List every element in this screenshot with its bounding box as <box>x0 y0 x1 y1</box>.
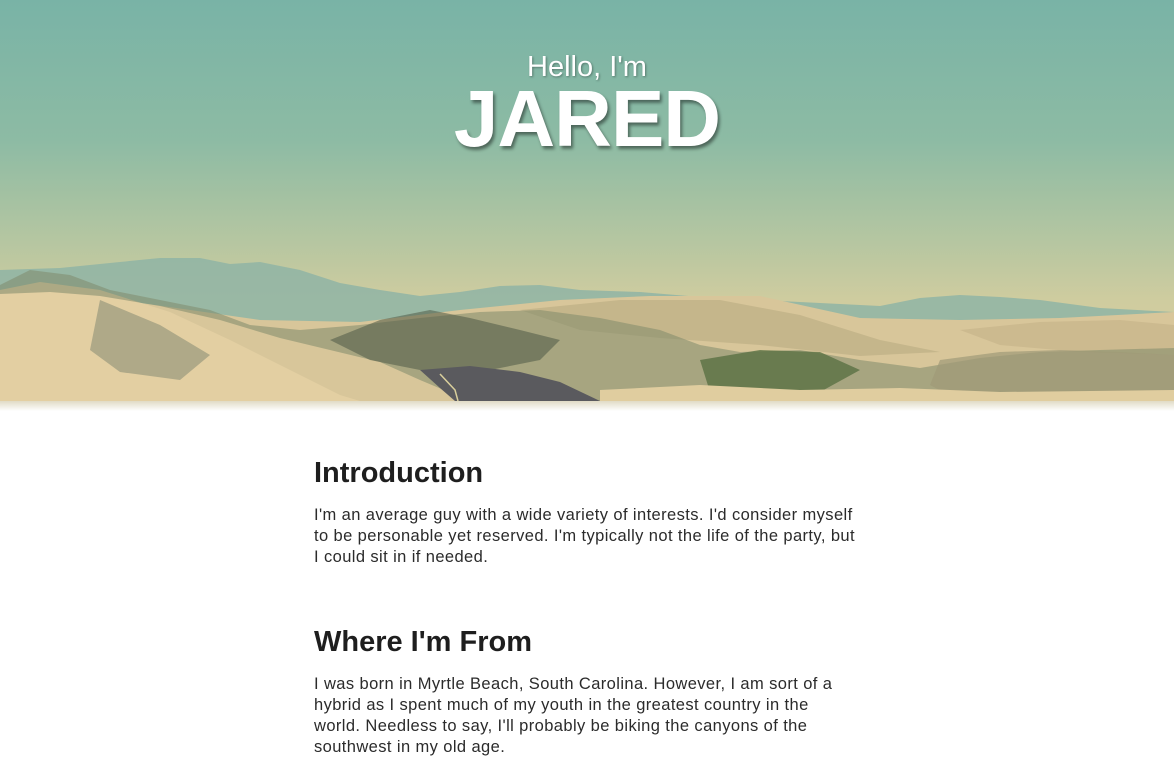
section-body: I'm an average guy with a wide variety o… <box>314 506 855 566</box>
hero-divider <box>0 401 1174 411</box>
main-content: Introduction I'm an average guy with a w… <box>314 411 860 758</box>
section-where-im-from: Where I'm From I was born in Myrtle Beac… <box>314 568 860 758</box>
section-body: I was born in Myrtle Beach, South Caroli… <box>314 675 833 756</box>
section-heading: Introduction <box>314 457 484 489</box>
section-introduction: Introduction I'm an average guy with a w… <box>314 411 860 568</box>
hero-name: JARED <box>453 74 721 163</box>
section-heading: Where I'm From <box>314 626 532 658</box>
hero-banner: Hello, I'm JARED <box>0 0 1174 401</box>
